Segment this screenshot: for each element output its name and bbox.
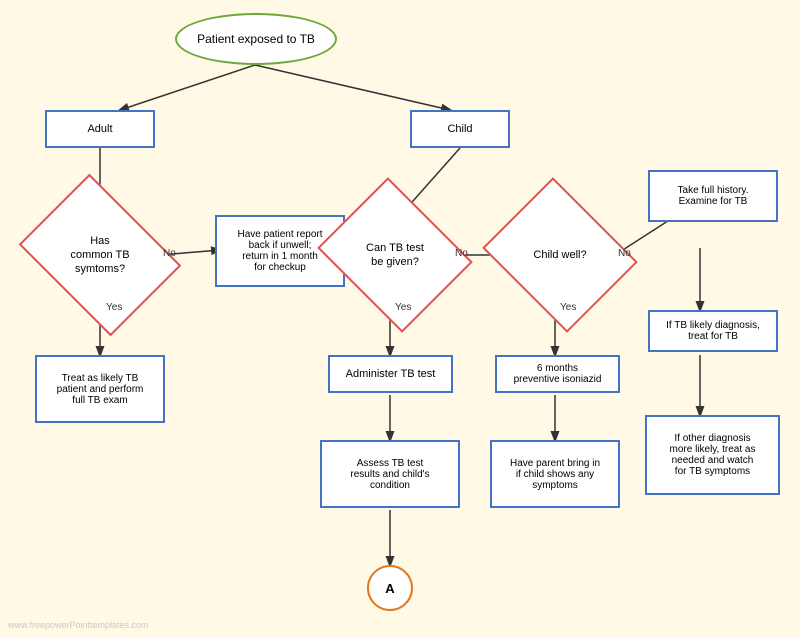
assess-node: Assess TB testresults and child'sconditi…	[320, 440, 460, 508]
connector-a-label: A	[385, 581, 394, 596]
parent-bring-node: Have parent bring inif child shows anysy…	[490, 440, 620, 508]
child-label: Child	[447, 123, 472, 135]
has-tb-label: Hascommon TBsymtoms?	[70, 234, 129, 277]
full-history-node: Take full history.Examine for TB	[648, 170, 778, 222]
administer-node: Administer TB test	[328, 355, 453, 393]
other-diagnosis-node: If other diagnosismore likely, treat asn…	[645, 415, 780, 495]
full-history-label: Take full history.Examine for TB	[678, 185, 749, 207]
child-well-label: Child well?	[533, 248, 586, 262]
can-tb-label: Can TB testbe given?	[366, 241, 424, 270]
tb-likely-node: If TB likely diagnosis,treat for TB	[648, 310, 778, 352]
start-node: Patient exposed to TB	[175, 13, 337, 65]
watermark: www.freepowerPointtemplates.com	[8, 620, 149, 630]
assess-label: Assess TB testresults and child'sconditi…	[350, 458, 429, 491]
yes-label-1: Yes	[106, 302, 122, 313]
flowchart: Patient exposed to TB Adult Child Hascom…	[0, 0, 800, 638]
no-label-2: No	[455, 248, 468, 259]
administer-label: Administer TB test	[346, 368, 436, 380]
other-diagnosis-label: If other diagnosismore likely, treat asn…	[670, 433, 756, 477]
preventive-label: 6 monthspreventive isoniazid	[514, 363, 602, 385]
patient-report-label: Have patient reportback if unwell;return…	[237, 229, 322, 273]
treat-adult-node: Treat as likely TBpatient and performful…	[35, 355, 165, 423]
treat-adult-label: Treat as likely TBpatient and performful…	[57, 373, 144, 406]
has-tb-node: Hascommon TBsymtoms?	[35, 205, 165, 305]
can-tb-test-node: Can TB testbe given?	[335, 205, 455, 305]
no-label-3: No	[618, 248, 631, 259]
start-label: Patient exposed to TB	[197, 32, 315, 46]
yes-label-2: Yes	[395, 302, 411, 313]
no-label-1: No	[163, 248, 176, 259]
adult-node: Adult	[45, 110, 155, 148]
tb-likely-label: If TB likely diagnosis,treat for TB	[666, 320, 760, 342]
child-well-node: Child well?	[500, 205, 620, 305]
connector-a-node: A	[367, 565, 413, 611]
adult-label: Adult	[87, 123, 112, 135]
parent-bring-label: Have parent bring inif child shows anysy…	[510, 458, 600, 491]
yes-label-3: Yes	[560, 302, 576, 313]
preventive-node: 6 monthspreventive isoniazid	[495, 355, 620, 393]
child-node: Child	[410, 110, 510, 148]
